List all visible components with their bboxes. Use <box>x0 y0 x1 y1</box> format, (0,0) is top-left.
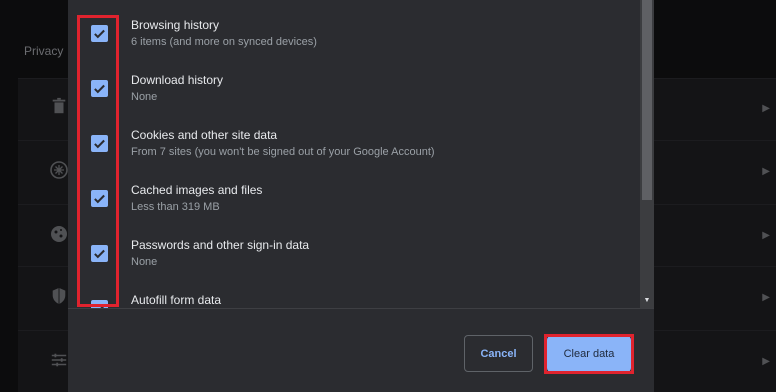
scroll-down-arrow-icon[interactable]: ▼ <box>640 296 654 306</box>
list-item-browsing-history[interactable]: Browsing history 6 items (and more on sy… <box>68 14 640 69</box>
item-subtitle: 6 items (and more on synced devices) <box>131 36 317 48</box>
dialog-footer-divider <box>68 308 654 309</box>
chevron-right-icon: ▶ <box>762 166 770 177</box>
list-item-passwords[interactable]: Passwords and other sign-in data None <box>68 234 640 289</box>
privacy-section-label: Privacy <box>24 44 64 58</box>
chevron-right-icon: ▶ <box>762 356 770 367</box>
clear-data-highlight <box>544 334 634 374</box>
list-item-download-history[interactable]: Download history None <box>68 69 640 124</box>
list-item-cached-images[interactable]: Cached images and files Less than 319 MB <box>68 179 640 234</box>
item-title: Browsing history <box>131 18 220 32</box>
chevron-right-icon: ▶ <box>762 292 770 303</box>
shield-icon <box>48 287 70 309</box>
list-item-autofill[interactable]: Autofill form data <box>68 289 640 308</box>
chevron-right-icon: ▶ <box>762 103 770 114</box>
item-subtitle: From 7 sites (you won't be signed out of… <box>131 146 435 158</box>
item-title: Cookies and other site data <box>131 128 278 142</box>
item-title: Download history <box>131 73 224 87</box>
item-subtitle: None <box>131 91 158 103</box>
cancel-button[interactable]: Cancel <box>464 335 533 372</box>
chevron-right-icon: ▶ <box>762 230 770 241</box>
item-subtitle: Less than 319 MB <box>131 201 220 213</box>
item-title: Passwords and other sign-in data <box>131 238 310 252</box>
trash-icon <box>48 97 70 119</box>
cookie-icon <box>48 224 70 246</box>
checkboxes-highlight <box>77 15 119 307</box>
scrollbar-thumb[interactable] <box>642 0 652 200</box>
item-subtitle: None <box>131 256 158 268</box>
sliders-icon <box>48 351 70 373</box>
list-scrollbar[interactable]: ▼ <box>640 0 654 308</box>
item-title: Cached images and files <box>131 183 263 197</box>
list-item-cookies[interactable]: Cookies and other site data From 7 sites… <box>68 124 640 179</box>
cookie-settings-icon <box>48 160 70 182</box>
data-type-list: Browsing history 6 items (and more on sy… <box>68 0 640 308</box>
item-title: Autofill form data <box>131 293 222 307</box>
